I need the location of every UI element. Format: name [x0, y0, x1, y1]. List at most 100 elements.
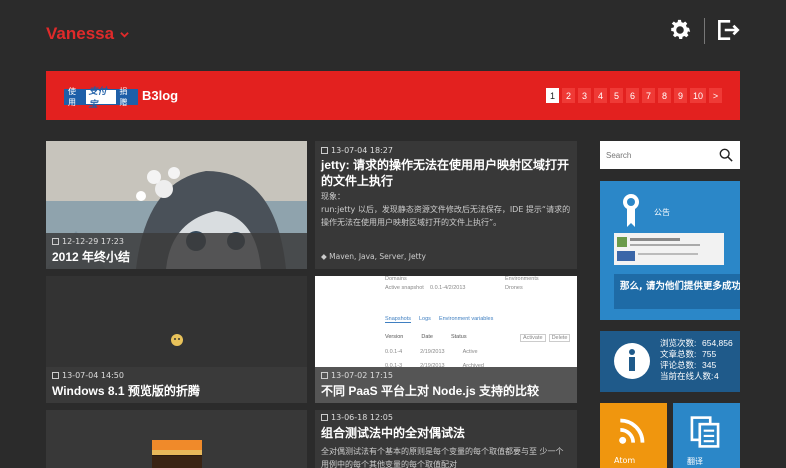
post-meta: 13-07-04 14:50: [52, 371, 301, 380]
post-title[interactable]: 2012 年终小结: [52, 248, 301, 265]
post-date: 13-07-02 17:15: [331, 371, 393, 380]
notice-marquee: 那么, 请为他们提供更多成功: [614, 274, 740, 309]
user-menu[interactable]: Vanessa: [46, 24, 129, 44]
page-3[interactable]: 3: [577, 88, 591, 103]
post-date: 13-07-04 18:27: [331, 146, 393, 155]
badge-left-text: 使用: [65, 87, 86, 107]
post-excerpt: 现象： run:jetty 以后，发现静态资源文件修改后无法保存，IDE 提示“…: [321, 192, 571, 227]
post-date: 13-06-18 12:05: [331, 413, 393, 422]
post-excerpt: 全对偶测试法有个基本的原则是每个变量的每个取值都要与至 少一个用例中的每个其他变…: [321, 447, 564, 468]
page-2[interactable]: 2: [561, 88, 575, 103]
preview-col: Version: [385, 334, 404, 340]
stats-tile: 浏览次数: 654,856 文章总数: 755 评论总数: 345 当前在线人数: 4: [600, 331, 740, 392]
archive-label: 翻译: [687, 457, 703, 466]
post-meta: 13-07-04 18:27: [321, 146, 571, 155]
preview-label: Drones: [505, 285, 523, 291]
logout-icon[interactable]: [715, 17, 741, 43]
post-date: 13-07-04 14:50: [62, 371, 124, 380]
search-box: [600, 141, 740, 169]
post-sunset-image: [152, 440, 202, 468]
stat-value: 4: [714, 371, 719, 381]
preview-cell: Active: [462, 349, 478, 355]
preview-label: Domains: [385, 276, 407, 282]
atom-feed-tile[interactable]: Atom: [600, 403, 667, 468]
post-title[interactable]: Windows 8.1 预览版的折腾: [52, 382, 301, 399]
post-card[interactable]: 13-06-18 12:05 组合测试法中的全对偶试法 全对偶测试法有个基本的原…: [315, 410, 577, 468]
preview-label: 0.0.1-4/2/2013: [430, 285, 466, 291]
calendar-icon: [52, 238, 59, 245]
stat-label: 评论总数:: [660, 360, 697, 370]
info-icon: [614, 343, 650, 379]
post-card[interactable]: 13-07-04 18:27 jetty: 请求的操作无法在使用用户映射区域打开…: [315, 141, 577, 269]
preview-tab: Snapshots: [385, 316, 411, 323]
stat-label: 当前在线人数:: [660, 371, 714, 381]
preview-tab: Environment variables: [438, 316, 494, 322]
loading-emoji-icon: [171, 334, 183, 346]
calendar-icon: [52, 372, 59, 379]
page-10[interactable]: 10: [689, 88, 706, 103]
pagination: 1 2 3 4 5 6 7 8 9 10 >: [545, 88, 722, 103]
search-icon[interactable]: [719, 147, 733, 163]
badge-right-text: 捐赠: [116, 87, 137, 107]
post-title[interactable]: jetty: 请求的操作无法在使用用户映射区域打开的文件上执行: [321, 157, 571, 189]
page-5[interactable]: 5: [609, 88, 623, 103]
search-input[interactable]: [600, 141, 710, 169]
page-9[interactable]: 9: [673, 88, 687, 103]
stat-label: 浏览次数:: [660, 338, 697, 348]
post-overlay: 13-07-02 17:15 不同 PaaS 平台上对 Node.js 支持的比…: [315, 367, 577, 403]
rss-icon: [619, 418, 645, 444]
preview-row: 0.0.1-4 2/19/2013 Active: [385, 349, 478, 355]
stat-value: 755: [702, 349, 717, 359]
stats-list: 浏览次数: 654,856 文章总数: 755 评论总数: 345 当前在线人数: 4: [660, 338, 733, 382]
post-card[interactable]: [46, 410, 307, 468]
documents-icon: [690, 416, 720, 448]
calendar-icon: [321, 372, 328, 379]
post-card[interactable]: 12-12-29 17:23 2012 年终小结: [46, 141, 307, 269]
header-divider: [704, 18, 705, 44]
chevron-down-icon: [120, 31, 129, 38]
preview-cell: 2/19/2013: [420, 349, 445, 355]
stat-row: 评论总数: 345: [660, 360, 733, 371]
post-tags-text[interactable]: Maven, Java, Server, Jetty: [329, 252, 426, 261]
stat-value: 654,856: [702, 338, 733, 348]
user-name: Vanessa: [46, 24, 115, 43]
stat-row: 当前在线人数: 4: [660, 371, 733, 382]
preview-columns: Version Date Status: [385, 334, 467, 340]
badge-middle-text: 支付宝: [88, 86, 107, 109]
alipay-donate-badge[interactable]: 使用 支付宝 捐赠: [64, 86, 138, 109]
page-7[interactable]: 7: [641, 88, 655, 103]
calendar-icon: [321, 147, 328, 154]
stat-row: 浏览次数: 654,856: [660, 338, 733, 349]
calendar-icon: [321, 414, 328, 421]
gear-icon[interactable]: [667, 17, 693, 43]
post-overlay: 13-07-04 14:50 Windows 8.1 预览版的折腾: [46, 367, 307, 403]
post-meta: 12-12-29 17:23: [52, 237, 301, 246]
post-screenshot-image: Domains Environments Active snapshot 0.0…: [315, 276, 577, 376]
page-4[interactable]: 4: [593, 88, 607, 103]
preview-action: Delete: [548, 334, 571, 342]
post-title[interactable]: 不同 PaaS 平台上对 Node.js 支持的比较: [321, 382, 571, 399]
archive-tile[interactable]: 翻译: [673, 403, 740, 468]
post-title[interactable]: 组合测试法中的全对偶试法: [321, 424, 571, 441]
stat-row: 文章总数: 755: [660, 349, 733, 360]
preview-cell: 0.0.1-4: [385, 349, 403, 355]
stat-value: 345: [702, 360, 717, 370]
notice-preview-image: [614, 233, 724, 265]
stat-label: 文章总数:: [660, 349, 697, 359]
notice-label: 公告: [654, 208, 670, 217]
preview-label: Environments: [505, 276, 539, 282]
page-8[interactable]: 8: [657, 88, 671, 103]
page-6[interactable]: 6: [625, 88, 639, 103]
post-card[interactable]: 13-07-04 14:50 Windows 8.1 预览版的折腾: [46, 276, 307, 403]
post-card[interactable]: Domains Environments Active snapshot 0.0…: [315, 276, 577, 403]
preview-actions: Activate Delete: [520, 334, 571, 342]
page-next[interactable]: >: [709, 88, 722, 103]
post-meta: 13-07-02 17:15: [321, 371, 571, 380]
notice-tile[interactable]: 公告 那么, 请为他们提供更多成功: [600, 181, 740, 320]
award-ribbon-icon: [623, 194, 639, 227]
top-banner: 使用 支付宝 捐赠 B3log 1 2 3 4 5 6 7 8 9 10 >: [46, 71, 740, 120]
preview-col: Status: [450, 334, 467, 340]
preview-label: Active snapshot: [385, 285, 424, 291]
blog-name-link[interactable]: B3log: [142, 88, 178, 103]
page-1[interactable]: 1: [545, 88, 559, 103]
